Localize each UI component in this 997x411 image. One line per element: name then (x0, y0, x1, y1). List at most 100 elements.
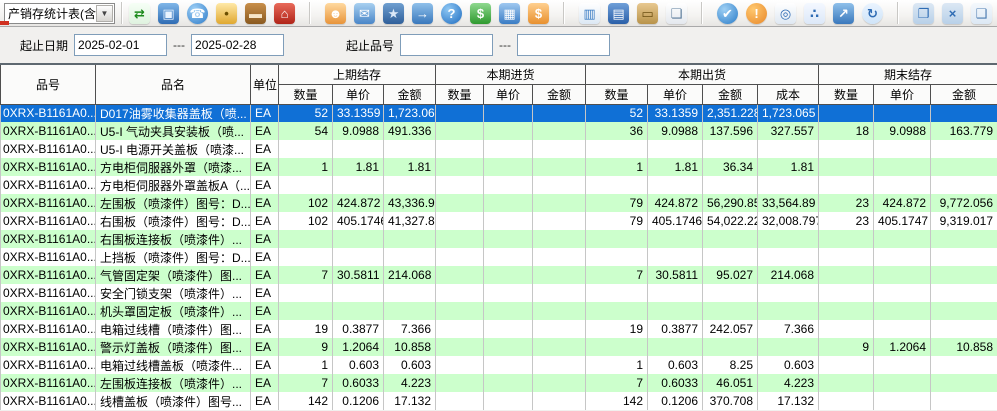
cell-prev-price[interactable] (333, 140, 384, 158)
cell-in-amount[interactable] (533, 104, 586, 122)
cell-end-amount[interactable]: 10.858 (931, 338, 997, 356)
cell-item-name[interactable]: U5-I 电源开关盖板（喷漆... (96, 140, 251, 158)
table-row[interactable]: 0XRX-B1161A0...U5-I 气动夹具安装板（喷...EA549.09… (1, 122, 997, 140)
cell-end-amount[interactable] (931, 392, 997, 410)
cell-item-no[interactable]: 0XRX-B1161A0... (1, 212, 96, 230)
cell-prev-qty[interactable] (279, 176, 333, 194)
header-out-qty[interactable]: 数量 (586, 84, 648, 104)
cell-out-price[interactable] (648, 338, 703, 356)
cell-out-cost[interactable]: 327.557 (758, 122, 819, 140)
cell-item-name[interactable]: 警示灯盖板（喷漆件）图... (96, 338, 251, 356)
cell-item-name[interactable]: 安全门锁支架（喷漆件）... (96, 284, 251, 302)
cell-in-amount[interactable] (533, 230, 586, 248)
cell-in-qty[interactable] (436, 248, 484, 266)
cell-in-qty[interactable] (436, 212, 484, 230)
cell-out-qty[interactable]: 142 (586, 392, 648, 410)
cell-in-qty[interactable] (436, 374, 484, 392)
payment-icon[interactable]: $ (528, 3, 549, 24)
cell-out-cost[interactable]: 1,723.065 (758, 104, 819, 122)
table-row[interactable]: 0XRX-B1161A0...左围板连接板（喷漆件）...EA70.60334.… (1, 374, 997, 392)
cell-out-price[interactable]: 0.1206 (648, 392, 703, 410)
cell-out-amount[interactable] (703, 140, 758, 158)
cell-in-price[interactable] (484, 248, 533, 266)
cell-out-qty[interactable] (586, 140, 648, 158)
cell-end-amount[interactable] (931, 356, 997, 374)
cell-out-qty[interactable]: 79 (586, 212, 648, 230)
cell-out-cost[interactable] (758, 248, 819, 266)
cell-prev-price[interactable]: 0.603 (333, 356, 384, 374)
cell-end-amount[interactable] (931, 374, 997, 392)
cell-item-name[interactable]: 左围板（喷漆件）图号：D... (96, 194, 251, 212)
approve-icon[interactable]: ✔ (717, 3, 738, 24)
cell-prev-price[interactable]: 405.1746 (333, 212, 384, 230)
cell-item-no[interactable]: 0XRX-B1161A0... (1, 338, 96, 356)
cell-out-price[interactable]: 1.81 (648, 158, 703, 176)
cell-unit[interactable]: EA (251, 122, 279, 140)
cell-unit[interactable]: EA (251, 374, 279, 392)
cell-unit[interactable]: EA (251, 140, 279, 158)
cell-end-qty[interactable] (819, 356, 874, 374)
cell-item-no[interactable]: 0XRX-B1161A0... (1, 302, 96, 320)
cell-in-amount[interactable] (533, 338, 586, 356)
header-end-amount[interactable]: 金额 (931, 84, 997, 104)
header-out-cost[interactable]: 成本 (758, 84, 819, 104)
cell-prev-amount[interactable]: 1.81 (384, 158, 436, 176)
language-convert-icon[interactable]: ⇄ (129, 3, 150, 24)
cell-out-amount[interactable]: 46.051 (703, 374, 758, 392)
cell-prev-qty[interactable]: 1 (279, 158, 333, 176)
cell-out-qty[interactable] (586, 230, 648, 248)
header-in-price[interactable]: 单价 (484, 84, 533, 104)
cell-in-qty[interactable] (436, 356, 484, 374)
cell-out-cost[interactable]: 32,008.797 (758, 212, 819, 230)
cell-prev-amount[interactable]: 0.603 (384, 356, 436, 374)
cell-end-price[interactable]: 405.1747 (874, 212, 931, 230)
cell-prev-amount[interactable]: 491.336 (384, 122, 436, 140)
cell-prev-amount[interactable]: 41,327.814 (384, 212, 436, 230)
cell-out-amount[interactable] (703, 230, 758, 248)
cell-item-no[interactable]: 0XRX-B1161A0... (1, 320, 96, 338)
cell-unit[interactable]: EA (251, 230, 279, 248)
table-row[interactable]: 0XRX-B1161A0...D017油雾收集器盖板（喷...EA5233.13… (1, 104, 997, 122)
cell-out-amount[interactable]: 8.25 (703, 356, 758, 374)
cell-unit[interactable]: EA (251, 284, 279, 302)
header-group-shipments[interactable]: 本期出货 (586, 64, 819, 84)
table-row[interactable]: 0XRX-B1161A0...气管固定架（喷漆件）图...EA730.58112… (1, 266, 997, 284)
cell-end-amount[interactable] (931, 248, 997, 266)
cell-out-cost[interactable]: 4.223 (758, 374, 819, 392)
cell-out-qty[interactable] (586, 302, 648, 320)
cell-out-price[interactable]: 424.872 (648, 194, 703, 212)
cell-end-price[interactable] (874, 104, 931, 122)
cell-in-qty[interactable] (436, 140, 484, 158)
cell-end-price[interactable] (874, 320, 931, 338)
cell-in-amount[interactable] (533, 158, 586, 176)
cell-out-qty[interactable]: 36 (586, 122, 648, 140)
cell-prev-qty[interactable]: 19 (279, 320, 333, 338)
cell-out-amount[interactable] (703, 176, 758, 194)
sitemap-icon[interactable]: ∴ (804, 3, 825, 24)
cell-in-price[interactable] (484, 176, 533, 194)
cell-prev-amount[interactable]: 43,336.946 (384, 194, 436, 212)
cell-in-qty[interactable] (436, 104, 484, 122)
cell-in-amount[interactable] (533, 176, 586, 194)
cell-in-price[interactable] (484, 194, 533, 212)
table-row[interactable]: 0XRX-B1161A0...电箱过线槽盖板（喷漆件...EA10.6030.6… (1, 356, 997, 374)
cell-out-amount[interactable]: 2,351.228 (703, 104, 758, 122)
cell-end-price[interactable] (874, 374, 931, 392)
cell-prev-qty[interactable]: 7 (279, 374, 333, 392)
cell-prev-price[interactable]: 424.872 (333, 194, 384, 212)
cell-unit[interactable]: EA (251, 266, 279, 284)
cell-prev-qty[interactable]: 52 (279, 104, 333, 122)
cell-prev-price[interactable] (333, 248, 384, 266)
cell-prev-qty[interactable]: 9 (279, 338, 333, 356)
cell-prev-amount[interactable]: 7.366 (384, 320, 436, 338)
cell-item-no[interactable]: 0XRX-B1161A0... (1, 266, 96, 284)
cell-item-name[interactable]: U5-I 气动夹具安装板（喷... (96, 122, 251, 140)
calculator-icon[interactable]: ▤ (608, 3, 629, 24)
header-group-purchases[interactable]: 本期进货 (436, 64, 586, 84)
cell-in-amount[interactable] (533, 320, 586, 338)
cell-prev-price[interactable]: 30.5811 (333, 266, 384, 284)
cell-item-name[interactable]: 上挡板（喷漆件）图号：D... (96, 248, 251, 266)
cell-out-amount[interactable]: 370.708 (703, 392, 758, 410)
report-type-dropdown[interactable]: 产销存统计表(含 ▼ (4, 3, 115, 24)
cell-item-no[interactable]: 0XRX-B1161A0... (1, 284, 96, 302)
